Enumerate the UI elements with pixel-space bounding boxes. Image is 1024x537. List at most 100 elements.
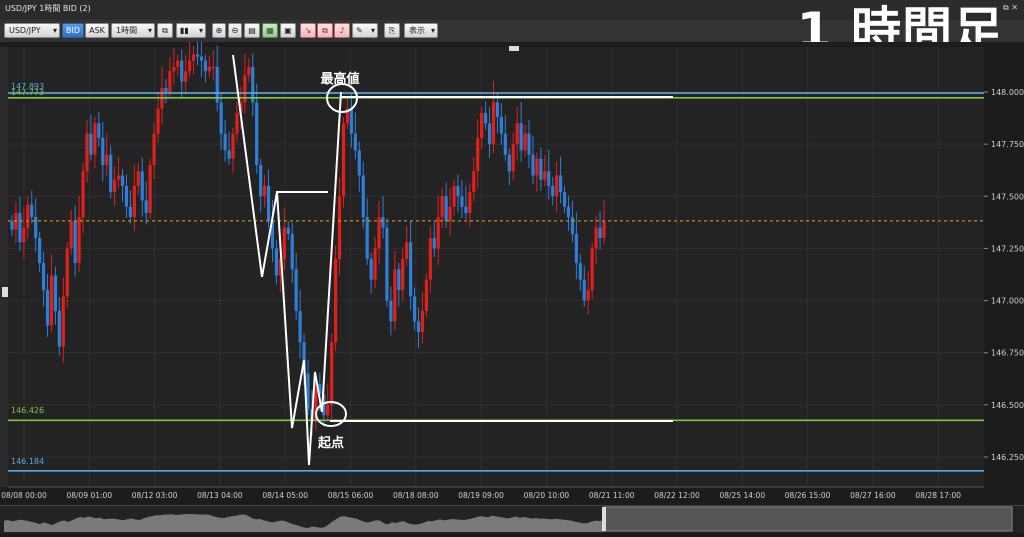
candle-body	[515, 123, 519, 145]
chart-type-icon[interactable]: ▮▮	[176, 23, 206, 38]
level-label: 147.773	[11, 88, 44, 97]
candle-body	[456, 185, 460, 197]
time-tick-label: 08/18 08:00	[393, 491, 439, 500]
candle-body	[484, 112, 488, 124]
candle-body	[290, 233, 294, 270]
copy-icon[interactable]: ⎘	[384, 23, 400, 38]
navigator-handle[interactable]	[602, 507, 606, 531]
candle-body	[330, 342, 334, 405]
candle-body	[191, 54, 196, 61]
price-tick-label: 146.750	[991, 349, 1024, 358]
timeframe-select[interactable]: 1時間	[111, 23, 155, 38]
window-title: USD/JPY 1時間 BID (2)	[5, 4, 91, 13]
candle-body	[247, 66, 251, 76]
candle-body	[148, 165, 152, 213]
candle-body	[195, 54, 200, 57]
candle-body	[18, 212, 22, 243]
time-tick-label: 08/13 04:00	[197, 491, 243, 500]
display-menu-button[interactable]: 表示	[404, 23, 438, 38]
candle-body	[448, 206, 452, 222]
candle-body	[385, 227, 389, 301]
compare-icon[interactable]: ⧉	[157, 23, 173, 38]
candle-body	[420, 311, 425, 332]
layout-icon[interactable]: ▤	[244, 23, 260, 38]
candle-body	[373, 248, 377, 280]
candle-body	[294, 269, 298, 311]
ask-button[interactable]: ASK	[85, 23, 109, 38]
candle-body	[38, 238, 42, 264]
candle-body	[235, 112, 239, 134]
time-tick-label: 08/19 09:00	[458, 491, 504, 500]
candle-body	[164, 87, 168, 92]
candle-body	[531, 154, 535, 176]
candle-body	[551, 185, 555, 197]
candle-body	[405, 242, 409, 259]
candle-body	[22, 227, 26, 243]
candle-body	[231, 133, 235, 159]
price-tick-label: 148.000	[991, 88, 1024, 97]
candle-body	[444, 196, 448, 222]
candle-body	[472, 171, 476, 193]
candle-body	[602, 221, 606, 238]
candle-body	[10, 221, 14, 230]
candle-body	[558, 175, 563, 193]
symbol-select[interactable]: USD/JPY	[4, 23, 60, 38]
candle-body	[499, 117, 503, 134]
chart-area[interactable]: 147.893147.773146.426146.184147.382148.0…	[0, 42, 1024, 505]
left-handle-icon	[2, 287, 8, 297]
navigator-window[interactable]	[603, 506, 1013, 532]
draw-tool-3-icon[interactable]: ♪	[334, 23, 350, 38]
candle-body	[535, 158, 539, 176]
time-tick-label: 08/08 00:00	[1, 491, 47, 500]
candle-body	[120, 175, 125, 186]
candle-body	[262, 185, 267, 197]
candle-body	[144, 200, 148, 213]
candle-body	[203, 60, 207, 72]
candle-body	[109, 154, 113, 193]
candle-body	[124, 185, 129, 207]
candle-body	[227, 150, 231, 159]
price-tick-label: 147.750	[991, 140, 1024, 149]
candle-body	[574, 233, 578, 264]
window-icon[interactable]: ▣	[280, 23, 296, 38]
candle-body	[286, 227, 290, 234]
candle-body	[555, 175, 559, 197]
candle-body	[491, 102, 496, 145]
time-axis: 08/08 00:00 08/09 01:00 08/12 03:00 08/13 0…	[0, 486, 1024, 505]
candle-body	[487, 123, 492, 145]
candle-body	[34, 217, 38, 238]
candle-body	[132, 185, 136, 218]
window-controls[interactable]: ⧉ ✕	[1003, 3, 1018, 13]
candle-body	[353, 133, 357, 151]
bid-button[interactable]: BID	[62, 23, 84, 38]
candle-body	[397, 269, 401, 291]
candle-body	[547, 171, 551, 186]
candle-body	[464, 206, 468, 213]
candle-body	[337, 196, 342, 259]
time-tick-label: 08/28 17:00	[915, 491, 961, 500]
grid-icon[interactable]: ▦	[262, 23, 278, 38]
candle-body	[93, 123, 97, 155]
zoom-in-icon[interactable]: ⊕	[212, 23, 226, 38]
candle-body	[590, 248, 594, 291]
price-tick-label: 147.000	[991, 297, 1024, 306]
candle-body	[89, 133, 93, 155]
time-tick-label: 08/21 11:00	[589, 491, 635, 500]
candle-body	[393, 269, 397, 322]
candle-body	[326, 404, 330, 416]
candle-body	[586, 290, 590, 301]
candle-body	[334, 258, 338, 343]
candle-body	[598, 227, 602, 238]
candle-body	[113, 179, 117, 193]
zoom-out-icon[interactable]: ⊖	[228, 23, 242, 38]
time-tick-label: 08/15 06:00	[328, 491, 374, 500]
navigator-scrollbar[interactable]	[0, 505, 1024, 533]
candle-body	[140, 171, 144, 201]
draw-tool-1-icon[interactable]: ↘	[300, 23, 316, 38]
navigator-area	[4, 514, 604, 532]
candle-body	[180, 60, 184, 82]
draw-tool-2-icon[interactable]: ⧉	[317, 23, 333, 38]
pen-icon[interactable]: ✎	[352, 23, 378, 38]
candle-body	[41, 263, 46, 291]
candle-body	[30, 204, 34, 218]
